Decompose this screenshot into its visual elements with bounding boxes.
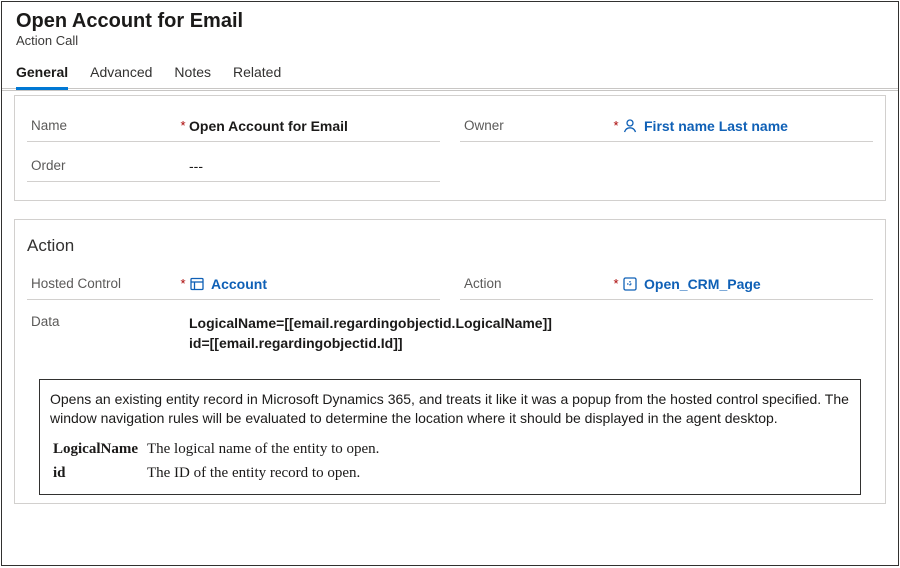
param-name: id (52, 462, 144, 484)
action-section: Action Hosted Control * Account (14, 219, 886, 504)
data-label: Data (27, 314, 177, 329)
required-marker: * (177, 276, 189, 291)
required-marker: * (177, 118, 189, 133)
owner-lookup[interactable]: First name Last name (622, 118, 873, 134)
tab-advanced[interactable]: Advanced (90, 64, 152, 88)
data-value: LogicalName=[[email.regardingobjectid.Lo… (189, 314, 873, 353)
person-icon (622, 118, 638, 134)
param-name: LogicalName (52, 438, 144, 460)
param-row: id The ID of the entity record to open. (52, 462, 380, 484)
param-row: LogicalName The logical name of the enti… (52, 438, 380, 460)
action-lookup[interactable]: Open_CRM_Page (622, 276, 873, 292)
order-field[interactable]: Order --- (27, 152, 440, 182)
hosted-control-value: Account (211, 276, 267, 292)
tab-general[interactable]: General (16, 64, 68, 88)
action-field[interactable]: Action * Open_CRM_Page (460, 270, 873, 300)
entity-icon (189, 276, 205, 292)
order-label: Order (27, 158, 177, 173)
action-icon (622, 276, 638, 292)
action-label: Action (460, 276, 610, 291)
required-marker: * (610, 118, 622, 133)
name-label: Name (27, 118, 177, 133)
order-value: --- (189, 158, 440, 174)
tab-notes[interactable]: Notes (174, 64, 211, 88)
name-value: Open Account for Email (189, 118, 440, 134)
hosted-control-field[interactable]: Hosted Control * Account (27, 270, 440, 300)
documentation-text: Opens an existing entity record in Micro… (50, 390, 850, 428)
hosted-control-label: Hosted Control (27, 276, 177, 291)
name-field[interactable]: Name * Open Account for Email (27, 112, 440, 142)
hosted-control-lookup[interactable]: Account (189, 276, 440, 292)
param-desc: The logical name of the entity to open. (146, 438, 380, 460)
owner-label: Owner (460, 118, 610, 133)
param-desc: The ID of the entity record to open. (146, 462, 380, 484)
page-title: Open Account for Email (16, 10, 884, 33)
owner-value: First name Last name (644, 118, 788, 134)
entity-type-label: Action Call (16, 33, 884, 48)
tab-bar: General Advanced Notes Related (2, 48, 898, 91)
required-marker: * (610, 276, 622, 291)
action-value: Open_CRM_Page (644, 276, 761, 292)
owner-field[interactable]: Owner * First name Last name (460, 112, 873, 142)
general-section: Name * Open Account for Email Owner * (14, 95, 886, 201)
data-field[interactable]: Data LogicalName=[[email.regardingobject… (27, 310, 873, 359)
action-section-title: Action (27, 236, 873, 256)
tab-related[interactable]: Related (233, 64, 281, 88)
documentation-panel: Opens an existing entity record in Micro… (39, 379, 861, 495)
parameters-table: LogicalName The logical name of the enti… (50, 436, 382, 487)
